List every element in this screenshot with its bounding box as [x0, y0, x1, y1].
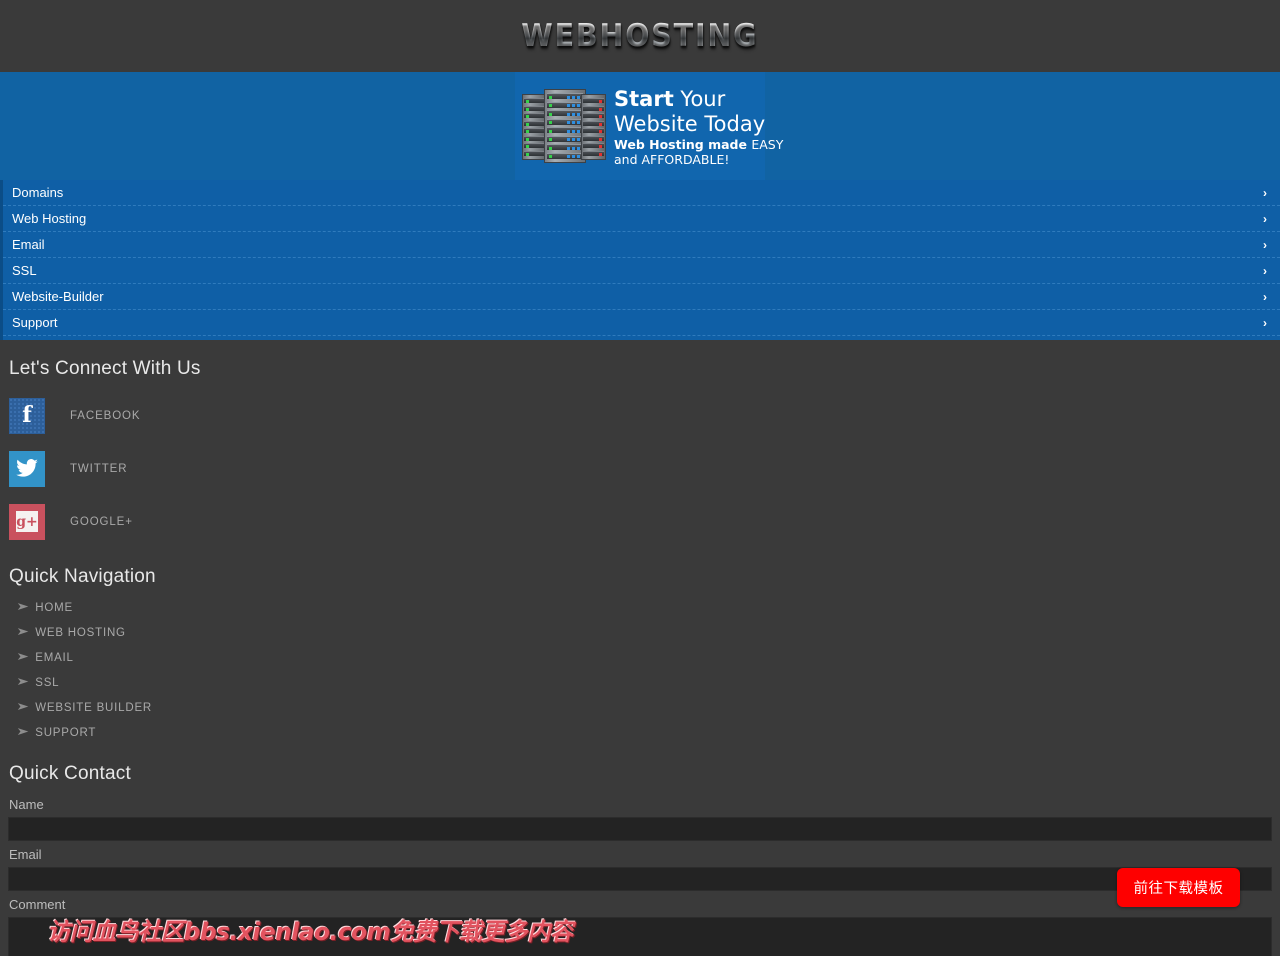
social-link-twitter[interactable]: TWITTER	[9, 442, 1280, 495]
quick-nav-item-ssl[interactable]: ➤ SSL	[16, 670, 1280, 695]
hero-subline1-bold: Web Hosting made	[614, 137, 752, 152]
quick-navigation-title: Quick Navigation	[9, 566, 156, 587]
chevron-right-icon: ›	[1263, 237, 1267, 252]
nav-item-label: Website-Builder	[12, 289, 104, 304]
quick-nav-item-web-hosting[interactable]: ➤ WEB HOSTING	[16, 620, 1280, 645]
quick-contact-form: Name Email Comment	[0, 785, 1280, 956]
hero-banner: Start Your Website Today Web Hosting mad…	[0, 72, 1280, 180]
chevron-right-icon: ›	[1263, 315, 1267, 330]
nav-item-label: SSL	[12, 263, 37, 278]
twitter-bird-svg	[16, 459, 38, 477]
google-plus-glyph: g+	[16, 513, 38, 530]
main-navigation: Domains › Web Hosting › Email › SSL › We…	[0, 180, 1280, 340]
hero-banner-content: Start Your Website Today Web Hosting mad…	[515, 72, 783, 180]
arrow-bullet-icon: ➤	[16, 601, 30, 613]
quick-nav-item-label: WEB HOSTING	[35, 626, 126, 639]
hero-subline2-text: and AFFORDABLE!	[614, 152, 730, 167]
social-link-facebook[interactable]: f FACEBOOK	[9, 389, 1280, 442]
server-rack-center-column	[544, 89, 586, 163]
nav-item-web-hosting[interactable]: Web Hosting ›	[3, 206, 1280, 232]
nav-item-label: Domains	[12, 185, 64, 200]
server-rack-icon	[522, 89, 606, 163]
quick-nav-item-label: SUPPORT	[35, 726, 97, 739]
comment-textarea[interactable]	[8, 917, 1272, 956]
social-link-label: FACEBOOK	[70, 409, 141, 422]
quick-nav-item-home[interactable]: ➤ HOME	[16, 595, 1280, 620]
nav-item-label: Support	[12, 315, 58, 330]
nav-item-email[interactable]: Email ›	[3, 232, 1280, 258]
hero-headline-line1: Start Your	[614, 87, 783, 112]
nav-item-website-builder[interactable]: Website-Builder ›	[3, 284, 1280, 310]
facebook-glyph: f	[22, 401, 32, 428]
hero-banner-copy: Start Your Website Today Web Hosting mad…	[614, 85, 783, 167]
site-header: WEBHOSTING	[0, 0, 1280, 72]
facebook-icon[interactable]: f	[9, 397, 45, 434]
chevron-right-icon: ›	[1263, 289, 1267, 304]
arrow-bullet-icon: ➤	[16, 726, 30, 738]
name-input[interactable]	[8, 817, 1272, 841]
arrow-bullet-icon: ➤	[16, 676, 30, 688]
nav-item-label: Email	[12, 237, 45, 252]
twitter-icon[interactable]	[9, 450, 45, 487]
quick-nav-item-label: HOME	[35, 601, 73, 614]
arrow-bullet-icon: ➤	[16, 651, 30, 663]
chevron-right-icon: ›	[1263, 211, 1267, 226]
chevron-right-icon: ›	[1263, 263, 1267, 278]
server-rack-right-column	[581, 94, 606, 160]
nav-item-support[interactable]: Support ›	[3, 310, 1280, 336]
arrow-bullet-icon: ➤	[16, 701, 30, 713]
email-input[interactable]	[8, 867, 1272, 891]
hero-headline-bold: Start	[614, 87, 674, 111]
arrow-bullet-icon: ➤	[16, 626, 30, 638]
quick-nav-item-label: SSL	[35, 676, 60, 689]
google-plus-icon[interactable]: g+	[9, 503, 45, 540]
quick-nav-item-email[interactable]: ➤ EMAIL	[16, 645, 1280, 670]
email-field-label: Email	[9, 847, 42, 862]
quick-nav-item-label: WEBSITE BUILDER	[35, 701, 153, 714]
hero-headline-line2: Website Today	[614, 112, 766, 136]
nav-item-domains[interactable]: Domains ›	[3, 180, 1280, 206]
social-link-google-plus[interactable]: g+ GOOGLE+	[9, 495, 1280, 548]
download-template-button[interactable]: 前往下载模板	[1117, 868, 1240, 907]
hero-subline1: Web Hosting made EASY	[614, 138, 783, 152]
quick-nav-item-website-builder[interactable]: ➤ WEBSITE BUILDER	[16, 695, 1280, 720]
quick-contact-title: Quick Contact	[9, 763, 131, 784]
chevron-right-icon: ›	[1263, 185, 1267, 200]
quick-nav-item-label: EMAIL	[35, 651, 74, 664]
social-link-label: GOOGLE+	[70, 515, 133, 528]
name-field-label: Name	[9, 797, 44, 812]
quick-nav-item-support[interactable]: ➤ SUPPORT	[16, 720, 1280, 745]
comment-field-label: Comment	[9, 897, 66, 912]
hero-headline-light: Your	[673, 87, 726, 111]
nav-item-label: Web Hosting	[12, 211, 87, 226]
hero-subline2: and AFFORDABLE!	[614, 153, 783, 167]
connect-section-title: Let's Connect With Us	[9, 358, 201, 379]
nav-item-ssl[interactable]: SSL ›	[3, 258, 1280, 284]
footer-body: Let's Connect With Us f FACEBOOK TWITTER…	[0, 340, 1280, 956]
social-links-list: f FACEBOOK TWITTER g+ GOOGLE+	[0, 380, 1280, 548]
quick-navigation-list: ➤ HOME ➤ WEB HOSTING ➤ EMAIL ➤ SSL ➤ WEB…	[0, 588, 1280, 745]
social-link-label: TWITTER	[70, 462, 128, 475]
hero-subline1-light: EASY	[751, 137, 784, 152]
google-plus-inner: g+	[16, 511, 38, 532]
site-logo: WEBHOSTING	[521, 17, 759, 54]
